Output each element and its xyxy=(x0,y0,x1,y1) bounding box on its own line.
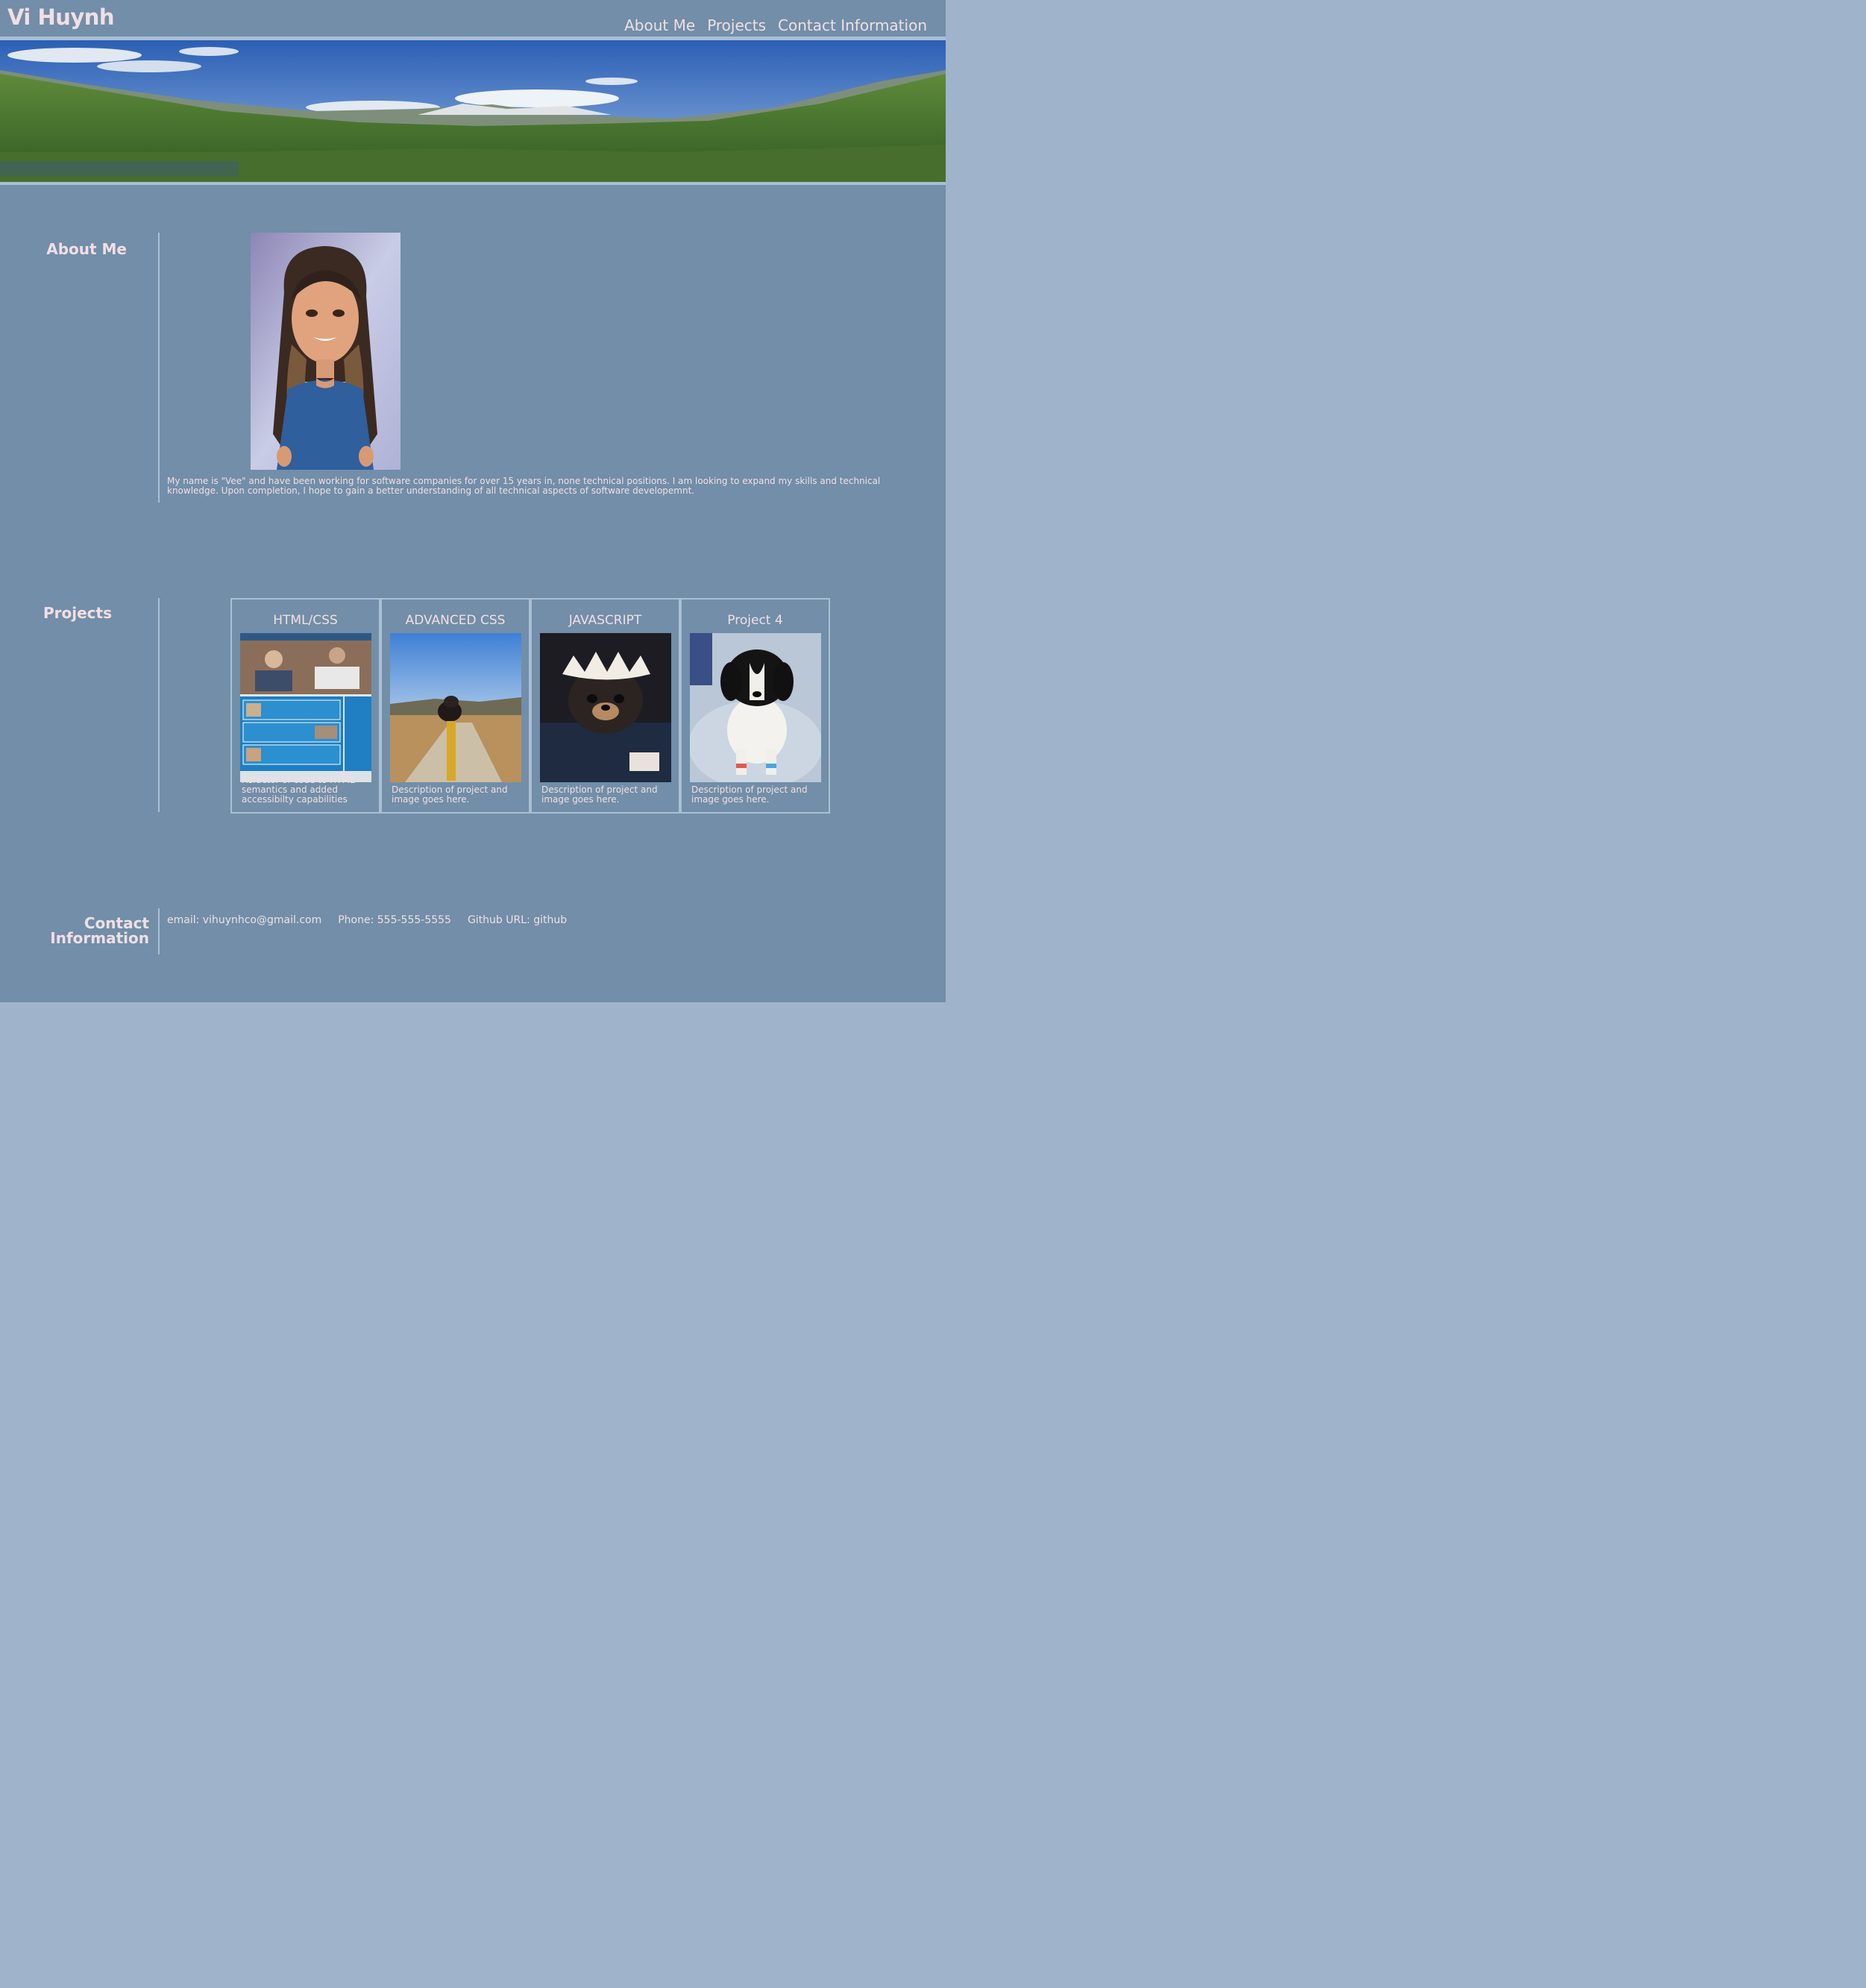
contact-github[interactable]: Github URL: github xyxy=(468,914,567,926)
contact-details: email: vihuynhco@gmail.com Phone: 555-55… xyxy=(167,914,567,926)
contact-section: Contact Information email: vihuynhco@gma… xyxy=(0,908,946,954)
project-cards: HTML/CSS Refactor of code to HTML semant… xyxy=(230,598,830,814)
site-header: Vi Huynh About Me Projects Contact Infor… xyxy=(0,0,946,40)
project-card-image xyxy=(540,633,671,782)
projects-heading: Projects xyxy=(43,604,112,622)
about-divider xyxy=(158,233,160,503)
project-card-html-css[interactable]: HTML/CSS Refactor of code to HTML semant… xyxy=(230,598,380,814)
nav-about-me[interactable]: About Me xyxy=(624,16,695,34)
project-card-title: HTML/CSS xyxy=(273,613,338,628)
projects-divider xyxy=(158,598,160,812)
project-card-description: Refactor of code to HTML semantics and a… xyxy=(242,775,355,805)
project-card-javascript[interactable]: JAVASCRIPT Description of project and im… xyxy=(530,598,680,814)
nav-contact-information[interactable]: Contact Information xyxy=(778,16,927,34)
project-card-title: JAVASCRIPT xyxy=(568,613,642,628)
project-card-title: Project 4 xyxy=(727,613,783,628)
project-card-advanced-css[interactable]: ADVANCED CSS Description of project and … xyxy=(380,598,530,814)
main-nav: About Me Projects Contact Information xyxy=(624,16,927,34)
project-card-image xyxy=(240,633,371,782)
projects-section: Projects HTML/CSS Refactor of code to HT… xyxy=(0,598,946,814)
hero-banner-image xyxy=(0,40,946,185)
project-card-image xyxy=(390,633,521,782)
contact-divider xyxy=(158,908,160,954)
project-card-title: ADVANCED CSS xyxy=(405,613,506,628)
contact-heading-line2: Information xyxy=(50,929,149,947)
project-card-description: Description of project and image goes he… xyxy=(392,784,508,805)
project-card-image xyxy=(690,633,821,782)
nav-projects[interactable]: Projects xyxy=(707,16,766,34)
contact-email[interactable]: email: vihuynhco@gmail.com xyxy=(167,914,321,926)
page: Vi Huynh About Me Projects Contact Infor… xyxy=(0,0,946,1002)
contact-heading: Contact Information xyxy=(0,916,149,946)
avatar-image xyxy=(251,233,400,470)
project-card-description: Description of project and image goes he… xyxy=(541,784,658,805)
about-heading: About Me xyxy=(46,240,127,258)
project-card-project-4[interactable]: Project 4 Description of project and ima… xyxy=(680,598,830,814)
site-title: Vi Huynh xyxy=(7,4,115,30)
contact-phone: Phone: 555-555-5555 xyxy=(338,914,451,926)
about-section: About Me My name is "Vee" and have been … xyxy=(0,233,946,503)
project-card-description: Description of project and image goes he… xyxy=(691,784,808,805)
about-text: My name is "Vee" and have been working f… xyxy=(167,476,881,496)
